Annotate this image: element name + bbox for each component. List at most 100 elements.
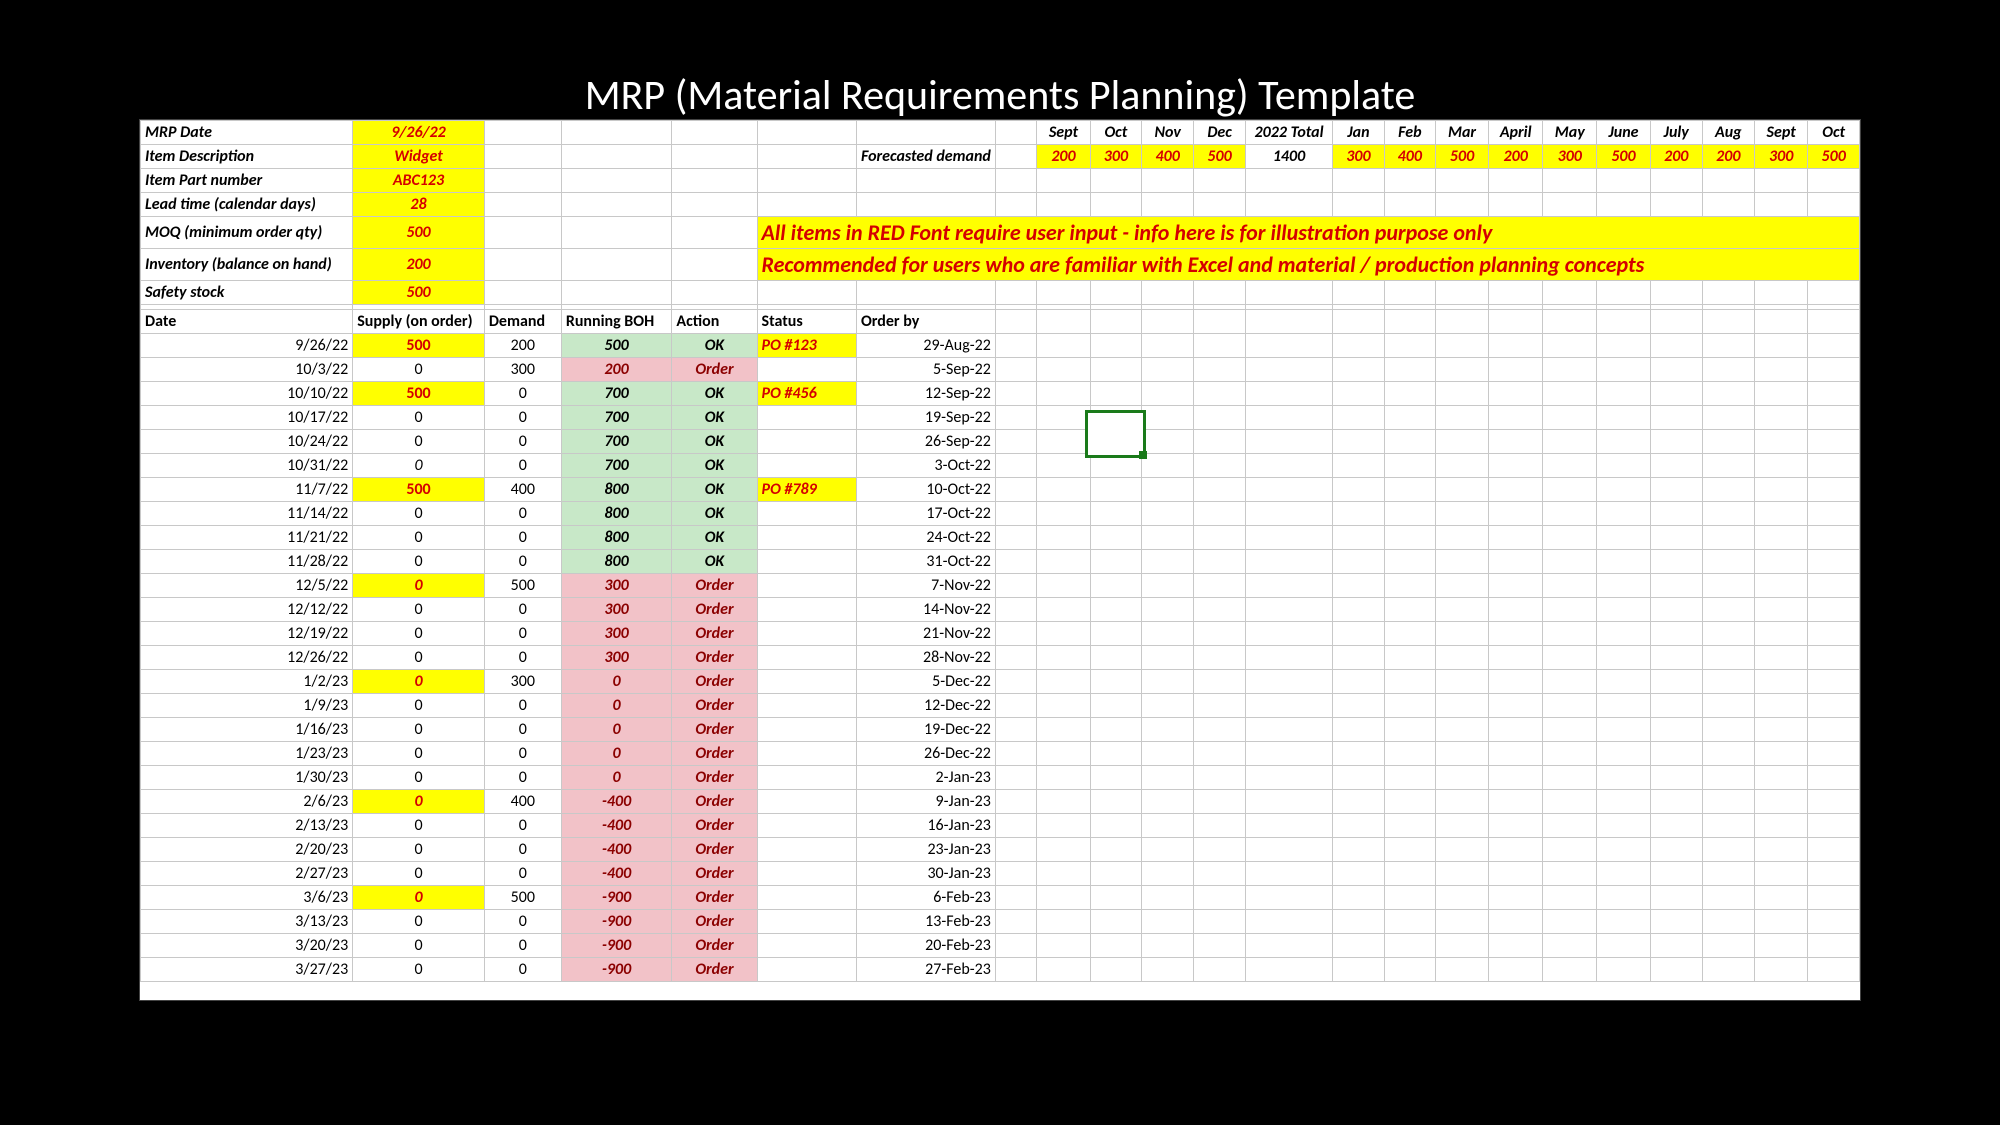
supply-cell[interactable]: 0	[353, 886, 485, 910]
supply-cell[interactable]: 0	[353, 502, 485, 526]
demand-cell[interactable]: 0	[484, 502, 561, 526]
date-cell[interactable]: 1/30/23	[141, 766, 353, 790]
supply-cell[interactable]: 0	[353, 766, 485, 790]
status-cell[interactable]	[757, 958, 856, 982]
forecast-cell[interactable]: 500	[1808, 145, 1860, 169]
status-cell[interactable]	[757, 430, 856, 454]
demand-cell[interactable]: 0	[484, 694, 561, 718]
param-value[interactable]: 500	[353, 281, 485, 305]
supply-cell[interactable]: 500	[353, 334, 485, 358]
param-value[interactable]: 200	[353, 249, 485, 281]
forecast-cell[interactable]: 200	[1650, 145, 1702, 169]
date-cell[interactable]: 12/5/22	[141, 574, 353, 598]
status-cell[interactable]	[757, 574, 856, 598]
status-cell[interactable]	[757, 502, 856, 526]
status-cell[interactable]	[757, 526, 856, 550]
status-cell[interactable]	[757, 838, 856, 862]
status-cell[interactable]: PO #123	[757, 334, 856, 358]
spreadsheet[interactable]: MRP Date9/26/22SeptOctNovDec2022 TotalJa…	[140, 120, 1860, 1000]
forecast-cell[interactable]: 1400	[1245, 145, 1332, 169]
forecast-cell[interactable]: 300	[1090, 145, 1141, 169]
status-cell[interactable]	[757, 646, 856, 670]
date-cell[interactable]: 3/20/23	[141, 934, 353, 958]
demand-cell[interactable]: 0	[484, 430, 561, 454]
status-cell[interactable]	[757, 406, 856, 430]
supply-cell[interactable]: 0	[353, 838, 485, 862]
status-cell[interactable]	[757, 454, 856, 478]
date-cell[interactable]: 2/13/23	[141, 814, 353, 838]
mrp-date-cell[interactable]: 9/26/22	[353, 121, 485, 145]
date-cell[interactable]: 11/21/22	[141, 526, 353, 550]
date-cell[interactable]: 11/28/22	[141, 550, 353, 574]
supply-cell[interactable]: 0	[353, 910, 485, 934]
supply-cell[interactable]: 500	[353, 382, 485, 406]
demand-cell[interactable]: 0	[484, 766, 561, 790]
supply-cell[interactable]: 0	[353, 406, 485, 430]
demand-cell[interactable]: 200	[484, 334, 561, 358]
demand-cell[interactable]: 400	[484, 790, 561, 814]
supply-cell[interactable]: 0	[353, 646, 485, 670]
item-desc-cell[interactable]: Widget	[353, 145, 485, 169]
supply-cell[interactable]: 0	[353, 454, 485, 478]
forecast-cell[interactable]: 200	[1702, 145, 1754, 169]
param-value[interactable]: 28	[353, 193, 485, 217]
status-cell[interactable]	[757, 358, 856, 382]
date-cell[interactable]: 2/20/23	[141, 838, 353, 862]
supply-cell[interactable]: 0	[353, 862, 485, 886]
demand-cell[interactable]: 0	[484, 526, 561, 550]
status-cell[interactable]	[757, 694, 856, 718]
date-cell[interactable]: 3/6/23	[141, 886, 353, 910]
supply-cell[interactable]: 0	[353, 550, 485, 574]
demand-cell[interactable]: 500	[484, 886, 561, 910]
param-value[interactable]: 500	[353, 217, 485, 249]
forecast-cell[interactable]: 500	[1436, 145, 1489, 169]
supply-cell[interactable]: 0	[353, 670, 485, 694]
demand-cell[interactable]: 0	[484, 910, 561, 934]
status-cell[interactable]	[757, 910, 856, 934]
demand-cell[interactable]: 0	[484, 934, 561, 958]
status-cell[interactable]	[757, 886, 856, 910]
date-cell[interactable]: 11/14/22	[141, 502, 353, 526]
date-cell[interactable]: 1/9/23	[141, 694, 353, 718]
status-cell[interactable]: PO #789	[757, 478, 856, 502]
demand-cell[interactable]: 0	[484, 862, 561, 886]
forecast-cell[interactable]: 300	[1754, 145, 1807, 169]
date-cell[interactable]: 10/24/22	[141, 430, 353, 454]
demand-cell[interactable]: 0	[484, 382, 561, 406]
supply-cell[interactable]: 0	[353, 958, 485, 982]
date-cell[interactable]: 12/12/22	[141, 598, 353, 622]
date-cell[interactable]: 9/26/22	[141, 334, 353, 358]
date-cell[interactable]: 2/6/23	[141, 790, 353, 814]
demand-cell[interactable]: 500	[484, 574, 561, 598]
status-cell[interactable]	[757, 550, 856, 574]
status-cell[interactable]	[757, 718, 856, 742]
forecast-cell[interactable]: 500	[1597, 145, 1651, 169]
demand-cell[interactable]: 300	[484, 670, 561, 694]
demand-cell[interactable]: 300	[484, 358, 561, 382]
demand-cell[interactable]: 0	[484, 838, 561, 862]
demand-cell[interactable]: 0	[484, 742, 561, 766]
date-cell[interactable]: 3/13/23	[141, 910, 353, 934]
date-cell[interactable]: 10/31/22	[141, 454, 353, 478]
supply-cell[interactable]: 0	[353, 790, 485, 814]
date-cell[interactable]: 10/3/22	[141, 358, 353, 382]
supply-cell[interactable]: 0	[353, 742, 485, 766]
supply-cell[interactable]: 0	[353, 358, 485, 382]
status-cell[interactable]	[757, 814, 856, 838]
supply-cell[interactable]: 0	[353, 430, 485, 454]
supply-cell[interactable]: 0	[353, 694, 485, 718]
status-cell[interactable]	[757, 862, 856, 886]
date-cell[interactable]: 1/16/23	[141, 718, 353, 742]
demand-cell[interactable]: 0	[484, 550, 561, 574]
forecast-cell[interactable]: 300	[1543, 145, 1597, 169]
date-cell[interactable]: 11/7/22	[141, 478, 353, 502]
supply-cell[interactable]: 0	[353, 574, 485, 598]
supply-cell[interactable]: 500	[353, 478, 485, 502]
status-cell[interactable]	[757, 622, 856, 646]
demand-cell[interactable]: 0	[484, 454, 561, 478]
demand-cell[interactable]: 0	[484, 406, 561, 430]
status-cell[interactable]	[757, 934, 856, 958]
demand-cell[interactable]: 0	[484, 622, 561, 646]
supply-cell[interactable]: 0	[353, 598, 485, 622]
forecast-cell[interactable]: 400	[1142, 145, 1194, 169]
